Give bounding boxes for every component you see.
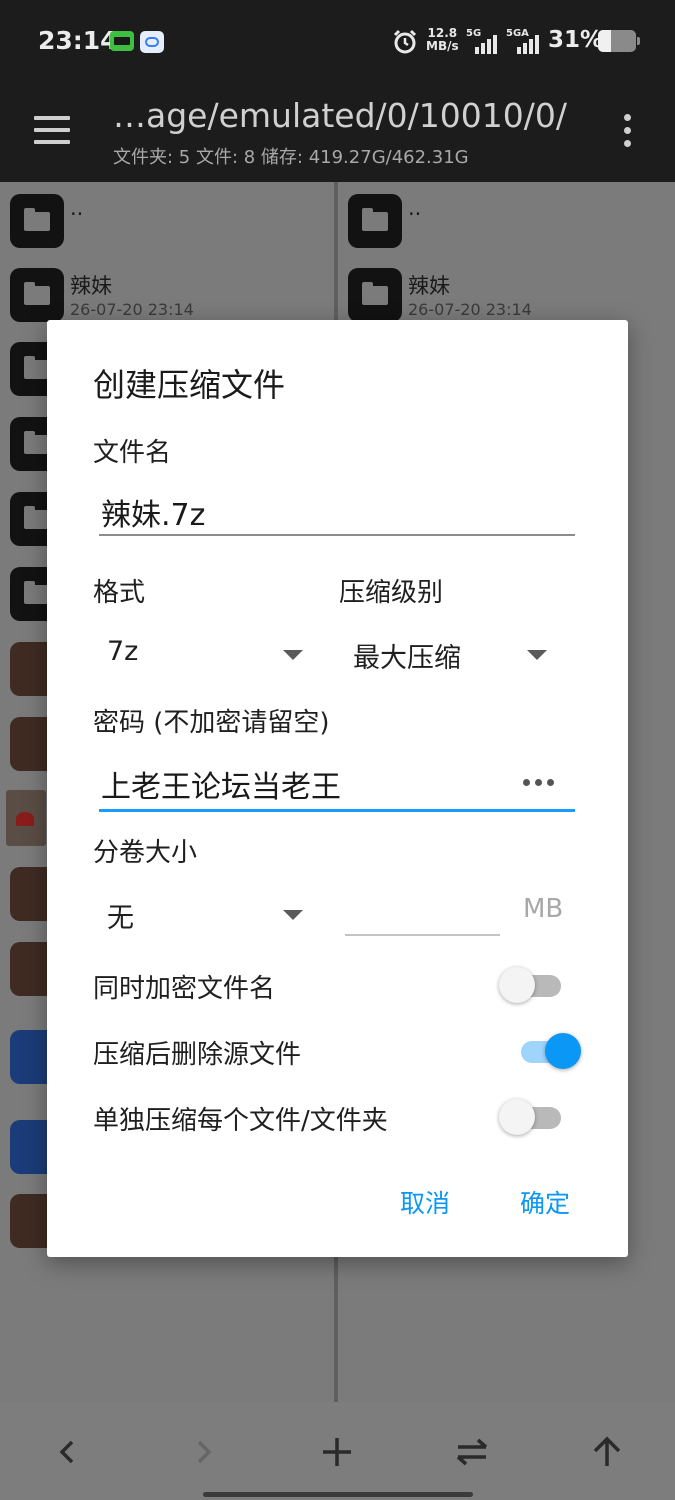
folder-icon — [10, 268, 64, 322]
more-options-icon[interactable] — [624, 114, 634, 150]
current-path[interactable]: …age/emulated/0/10010/0/ — [113, 96, 567, 135]
format-value: 7z — [107, 636, 139, 667]
encrypt-filenames-toggle[interactable] — [499, 965, 561, 1005]
top-app-bar: 23:14 12.8 MB/s 5G 5GA 31% …age/emulated… — [0, 0, 675, 182]
split-unit-label: MB — [523, 894, 564, 924]
split-size-label: 分卷大小 — [93, 838, 198, 868]
bottom-toolbar — [0, 1402, 675, 1500]
menu-icon[interactable] — [34, 116, 70, 144]
filename-underline — [99, 534, 575, 536]
battery-icon — [598, 30, 640, 52]
split-size-underline — [345, 934, 500, 936]
folder-icon — [348, 268, 402, 322]
swap-icon[interactable] — [452, 1432, 492, 1472]
image-thumbnail[interactable] — [6, 790, 46, 846]
file-name: 辣妹 — [70, 274, 112, 298]
folder-icon — [348, 194, 402, 248]
password-label: 密码 (不加密请留空) — [93, 708, 330, 738]
status-time: 23:14 — [38, 26, 118, 55]
file-date: 26-07-20 23:14 — [408, 300, 532, 319]
signal-icon: 5GA — [506, 28, 546, 54]
dropdown-caret-icon — [283, 650, 303, 660]
split-size-value: 无 — [107, 903, 134, 934]
file-name: .. — [408, 196, 422, 220]
notification-app-icon — [110, 31, 134, 51]
password-underline — [99, 809, 575, 812]
signal-icon: 5G — [466, 28, 502, 54]
compression-level-value: 最大压缩 — [353, 643, 461, 674]
compression-level-label: 压缩级别 — [339, 578, 444, 608]
option-label: 单独压缩每个文件/文件夹 — [93, 1106, 388, 1136]
format-label: 格式 — [93, 578, 146, 608]
dropdown-caret-icon — [527, 650, 547, 660]
back-arrow-icon[interactable] — [48, 1432, 88, 1472]
file-name: 辣妹 — [408, 274, 450, 298]
up-arrow-icon[interactable] — [587, 1432, 627, 1472]
gesture-handle[interactable] — [203, 1492, 473, 1497]
folder-icon — [10, 194, 64, 248]
password-field[interactable]: 上老王论坛当老王 — [101, 762, 341, 806]
format-dropdown[interactable]: 7z — [107, 636, 307, 676]
net-speed-unit: MB/s — [426, 39, 459, 53]
compression-level-dropdown[interactable]: 最大压缩 — [353, 636, 553, 676]
filename-field[interactable]: 辣妹.7z — [101, 490, 205, 534]
option-label: 压缩后删除源文件 — [93, 1040, 302, 1070]
password-visibility-icon[interactable] — [523, 779, 554, 786]
create-archive-dialog: 创建压缩文件 文件名 辣妹.7z 格式 压缩级别 7z 最大压缩 密码 (不加密… — [47, 320, 628, 1257]
alarm-icon — [393, 29, 417, 54]
dropdown-caret-icon — [283, 910, 303, 920]
status-bar: 23:14 12.8 MB/s 5G 5GA 31% — [0, 0, 675, 84]
add-icon[interactable] — [317, 1432, 357, 1472]
dialog-title: 创建压缩文件 — [93, 366, 286, 404]
folder-info: 文件夹: 5 文件: 8 储存: 419.27G/462.31G — [113, 147, 469, 168]
file-date: 26-07-20 23:14 — [70, 300, 194, 319]
cloud-app-icon — [140, 31, 164, 53]
file-name: .. — [70, 196, 84, 220]
forward-arrow-icon[interactable] — [183, 1432, 223, 1472]
compress-separately-toggle[interactable] — [499, 1097, 561, 1137]
split-size-input[interactable] — [347, 896, 497, 934]
split-size-dropdown[interactable]: 无 — [107, 896, 307, 936]
cancel-button[interactable]: 取消 — [400, 1184, 450, 1220]
delete-source-toggle[interactable] — [515, 1031, 581, 1071]
filename-label: 文件名 — [93, 438, 172, 468]
option-label: 同时加密文件名 — [93, 974, 276, 1004]
battery-percent: 31% — [548, 27, 604, 53]
ok-button[interactable]: 确定 — [520, 1184, 570, 1220]
network-speed: 12.8 MB/s — [426, 27, 459, 53]
